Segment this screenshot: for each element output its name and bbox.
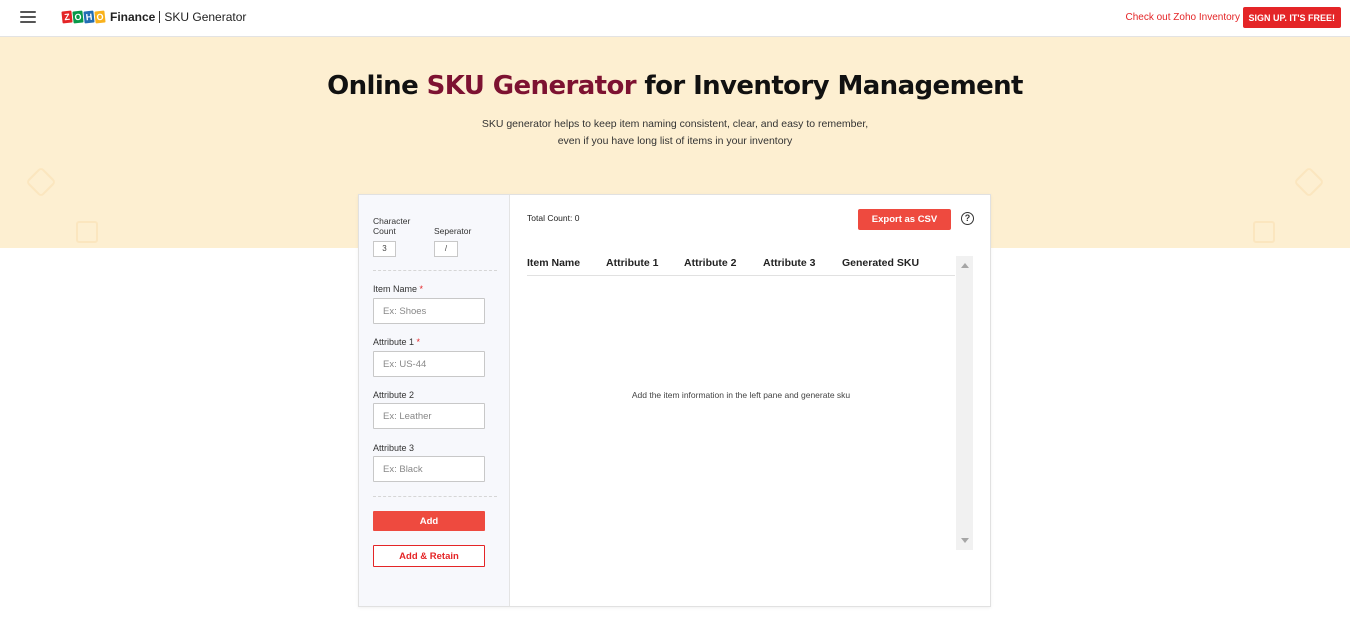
item-name-label-text: Item Name: [373, 284, 418, 294]
empty-state-message: Add the item information in the left pan…: [631, 390, 851, 400]
separator-input[interactable]: /: [434, 241, 458, 257]
title-prefix: Online: [327, 71, 427, 101]
top-header: Z O H O Finance SKU Generator Check out …: [0, 0, 1350, 37]
results-pane: Total Count: 0 Export as CSV ? Item Name…: [510, 195, 990, 606]
export-csv-button[interactable]: Export as CSV: [858, 209, 951, 230]
title-suffix: for Inventory Management: [635, 71, 1023, 101]
page-subtitle: SKU generator helps to keep item naming …: [0, 116, 1350, 150]
attribute-2-label: Attribute 2: [373, 390, 415, 400]
sku-generator-card: Character Count Seperator 3 / Item Name …: [358, 194, 991, 607]
scroll-down-arrow-icon[interactable]: [961, 538, 969, 543]
decorative-square-icon: [76, 221, 98, 243]
logo-letter-h: H: [83, 10, 95, 24]
column-header-item-name: Item Name: [527, 257, 581, 269]
attribute-3-input[interactable]: [373, 456, 485, 482]
attribute-3-label: Attribute 3: [373, 443, 415, 453]
subtitle-line-2: even if you have long list of items in y…: [557, 135, 793, 147]
decorative-diamond-icon: [25, 166, 57, 198]
logo-letter-o2: O: [94, 10, 106, 24]
attribute-1-input[interactable]: [373, 351, 485, 377]
character-count-input[interactable]: 3: [373, 241, 396, 257]
product-name: SKU Generator: [164, 10, 247, 24]
separator-label: Seperator: [434, 226, 472, 236]
required-marker: *: [416, 337, 421, 347]
add-and-retain-button[interactable]: Add & Retain: [373, 545, 485, 567]
column-header-attribute-1: Attribute 1: [606, 257, 659, 269]
item-name-input[interactable]: [373, 298, 485, 324]
signup-button[interactable]: SIGN UP. IT'S FREE!: [1242, 7, 1341, 28]
item-name-label: Item Name *: [373, 284, 423, 294]
section-divider: [373, 270, 497, 271]
total-count: Total Count: 0: [527, 213, 580, 223]
character-count-label: Character Count: [373, 216, 411, 236]
decorative-diamond-icon: [1293, 166, 1325, 198]
scroll-up-arrow-icon[interactable]: [961, 263, 969, 268]
section-divider: [373, 496, 497, 497]
required-marker: *: [419, 284, 424, 294]
hamburger-menu-icon[interactable]: [20, 11, 36, 23]
help-icon[interactable]: ?: [961, 212, 974, 225]
zoho-finance-logo[interactable]: Z O H O Finance SKU Generator: [61, 9, 247, 25]
column-header-attribute-3: Attribute 3: [763, 257, 816, 269]
logo-letter-z: Z: [61, 10, 73, 24]
subtitle-line-1: SKU generator helps to keep item naming …: [481, 118, 869, 130]
check-zoho-inventory-link[interactable]: Check out Zoho Inventory: [1125, 12, 1240, 23]
results-table-header: Item Name Attribute 1 Attribute 2 Attrib…: [527, 256, 955, 276]
decorative-square-icon: [1253, 221, 1275, 243]
column-header-attribute-2: Attribute 2: [684, 257, 737, 269]
title-accent: SKU Generator: [426, 71, 637, 101]
attribute-2-input[interactable]: [373, 403, 485, 429]
page-title: Online SKU Generator for Inventory Manag…: [0, 71, 1350, 101]
column-header-generated-sku: Generated SKU: [842, 257, 920, 269]
brand-name: Finance: [110, 10, 156, 24]
zoho-logo-icon: Z O H O: [61, 10, 106, 24]
results-scrollbar[interactable]: [956, 256, 973, 550]
add-button[interactable]: Add: [373, 511, 485, 531]
attribute-1-label-text: Attribute 1: [373, 337, 415, 347]
attribute-1-label: Attribute 1 *: [373, 337, 420, 347]
input-pane: Character Count Seperator 3 / Item Name …: [359, 195, 510, 606]
logo-divider: [159, 11, 161, 23]
logo-letter-o1: O: [72, 10, 84, 24]
